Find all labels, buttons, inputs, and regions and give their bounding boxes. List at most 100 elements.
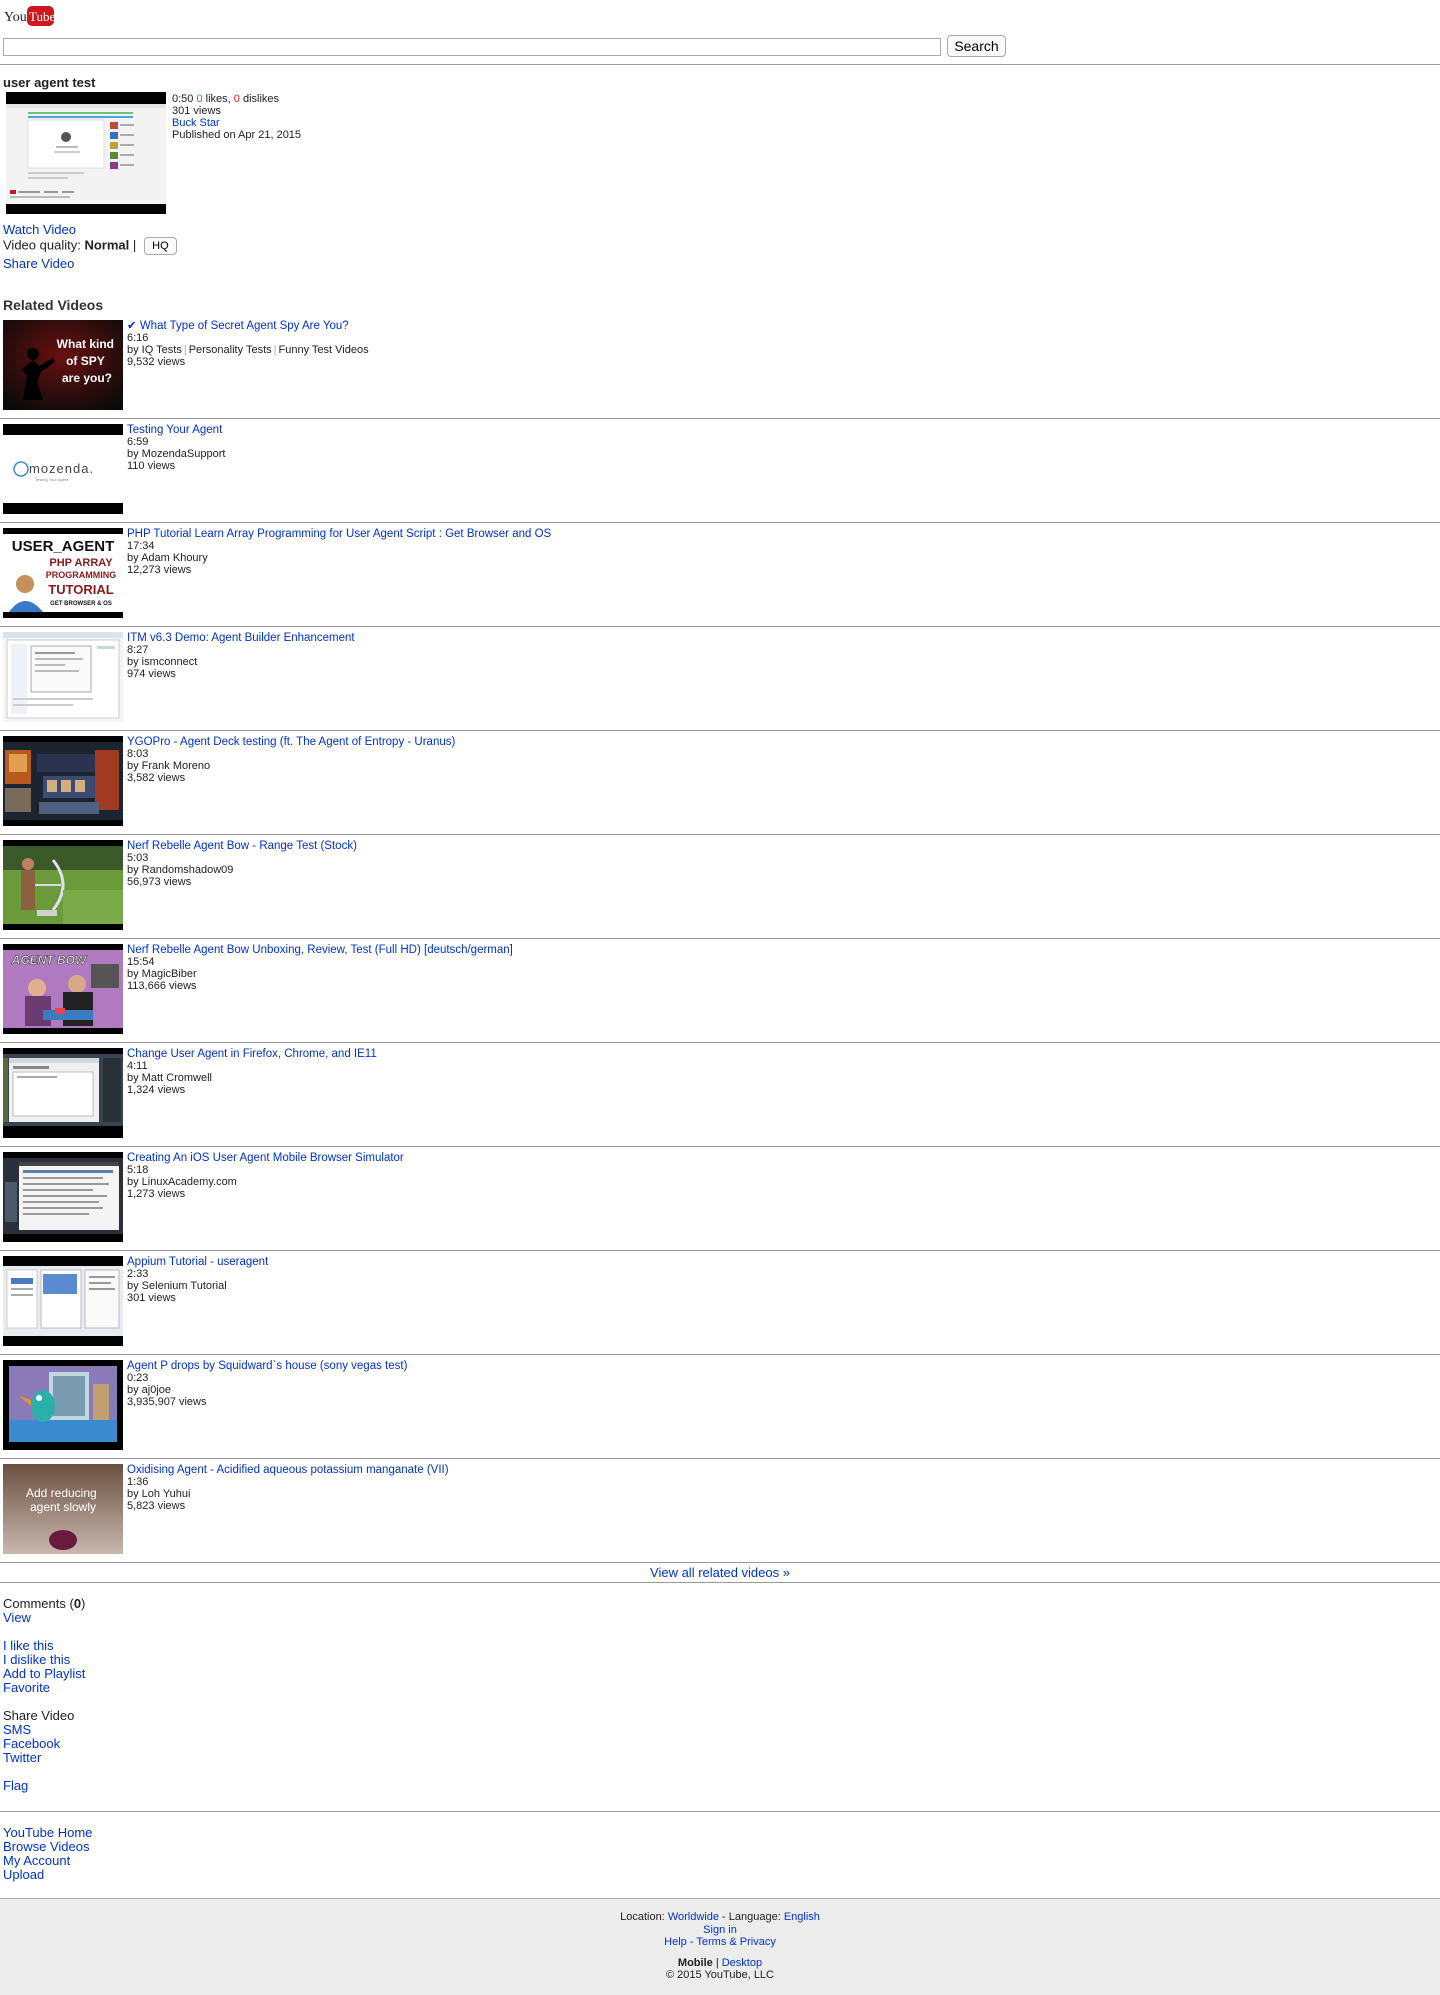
related-item[interactable]: YGOPro - Agent Deck testing (ft. The Age…	[0, 736, 1440, 840]
related-views: 974 views	[127, 668, 176, 680]
related-title-link[interactable]: Change User Agent in Firefox, Chrome, an…	[127, 1048, 377, 1060]
comments-actions-block: Comments (0) View I like this I dislike …	[3, 1597, 85, 1793]
related-thumbnail[interactable]	[3, 1256, 123, 1346]
thumb-sub-text: Testing Your Agent	[35, 477, 69, 482]
related-item[interactable]: Add reducing agent slowly Oxidising Agen…	[0, 1464, 1440, 1568]
add-to-playlist-link[interactable]: Add to Playlist	[3, 1666, 85, 1681]
related-title-link[interactable]: ✔ What Type of Secret Agent Spy Are You?	[127, 320, 349, 332]
terms-privacy-link[interactable]: Terms & Privacy	[696, 1936, 775, 1948]
hq-button[interactable]: HQ	[143, 237, 177, 255]
watch-video-link[interactable]: Watch Video	[3, 222, 76, 237]
logo-tube-text: Tube	[29, 9, 54, 24]
related-duration: 5:03	[127, 852, 149, 864]
related-item[interactable]: USER_AGENT PHP ARRAY PROGRAMMING TUTORIA…	[0, 528, 1440, 632]
related-views: 3,935,907 views	[127, 1396, 207, 1408]
related-thumbnail[interactable]	[3, 1360, 123, 1450]
related-title-link[interactable]: ITM v6.3 Demo: Agent Builder Enhancement	[127, 632, 355, 644]
like-link[interactable]: I like this	[3, 1638, 54, 1653]
related-divider	[0, 834, 1440, 835]
youtube-logo[interactable]: You Tube	[4, 5, 54, 27]
related-title-link[interactable]: Creating An iOS User Agent Mobile Browse…	[127, 1152, 404, 1164]
related-thumbnail[interactable]: mozenda. Testing Your Agent	[3, 424, 123, 514]
sign-in-link[interactable]: Sign in	[703, 1924, 737, 1936]
related-views: 5,823 views	[127, 1500, 186, 1512]
related-title-link[interactable]: YGOPro - Agent Deck testing (ft. The Age…	[127, 736, 455, 748]
mode-line: Mobile | Desktop	[0, 1957, 1440, 1970]
related-title-link[interactable]: Oxidising Agent - Acidified aqueous pota…	[127, 1464, 449, 1476]
related-title-link[interactable]: Nerf Rebelle Agent Bow - Range Test (Sto…	[127, 840, 357, 852]
thumb-text-line: of SPY	[66, 354, 105, 368]
related-title-link[interactable]: Nerf Rebelle Agent Bow Unboxing, Review,…	[127, 944, 513, 956]
related-title-link[interactable]: Agent P drops by Squidward`s house (sony…	[127, 1360, 407, 1372]
search-button[interactable]: Search	[947, 35, 1006, 57]
share-facebook-link[interactable]: Facebook	[3, 1736, 60, 1751]
dislikes-label: dislikes	[242, 93, 280, 105]
related-item[interactable]: Creating An iOS User Agent Mobile Browse…	[0, 1152, 1440, 1256]
related-divider	[0, 1458, 1440, 1459]
search-input[interactable]	[3, 38, 941, 56]
related-title-link[interactable]: Testing Your Agent	[127, 424, 222, 436]
related-item[interactable]: AGENT BOW Nerf Rebelle Agent Bow Unboxin…	[0, 944, 1440, 1048]
related-divider	[0, 626, 1440, 627]
related-thumbnail[interactable]	[3, 840, 123, 930]
share-twitter-link[interactable]: Twitter	[3, 1750, 41, 1765]
related-thumbnail[interactable]: AGENT BOW	[3, 944, 123, 1034]
share-video-link[interactable]: Share Video	[3, 256, 74, 271]
logo-you-text: You	[4, 10, 27, 25]
youtube-home-link[interactable]: YouTube Home	[3, 1825, 92, 1840]
upload-link[interactable]: Upload	[3, 1867, 44, 1882]
flag-link[interactable]: Flag	[3, 1778, 28, 1793]
related-duration: 6:59	[127, 436, 149, 448]
related-author: by MagicBiber	[127, 968, 197, 980]
main-video-thumbnail[interactable]	[6, 92, 166, 214]
related-item[interactable]: Appium Tutorial - useragent 2:33 by Sele…	[0, 1256, 1440, 1360]
related-info: Testing Your Agent 6:59 by MozendaSuppor…	[127, 424, 225, 472]
related-thumbnail[interactable]	[3, 632, 123, 722]
related-thumbnail[interactable]: USER_AGENT PHP ARRAY PROGRAMMING TUTORIA…	[3, 528, 123, 618]
related-item[interactable]: mozenda. Testing Your Agent Testing Your…	[0, 424, 1440, 528]
header-divider	[0, 64, 1440, 65]
view-all-related-link[interactable]: View all related videos »	[0, 1565, 1440, 1580]
related-item[interactable]: What kind of SPY are you? ✔ What Type of…	[0, 320, 1440, 424]
search-bar: Search	[3, 35, 1006, 57]
desktop-mode-link[interactable]: Desktop	[722, 1957, 762, 1969]
related-title-link[interactable]: PHP Tutorial Learn Array Programming for…	[127, 528, 551, 540]
language-link[interactable]: English	[784, 1911, 820, 1923]
related-author: by Frank Moreno	[127, 760, 211, 772]
related-item[interactable]: Agent P drops by Squidward`s house (sony…	[0, 1360, 1440, 1464]
thumb-text-line: What kind	[57, 337, 114, 351]
related-divider	[0, 1250, 1440, 1251]
location-label: Location:	[620, 1911, 665, 1923]
dislike-link[interactable]: I dislike this	[3, 1652, 70, 1667]
related-duration: 2:33	[127, 1268, 149, 1280]
related-channel-link[interactable]: Funny Test Videos	[279, 344, 369, 356]
related-title-link[interactable]: Appium Tutorial - useragent	[127, 1256, 268, 1268]
related-info: Nerf Rebelle Agent Bow Unboxing, Review,…	[127, 944, 513, 992]
related-thumbnail[interactable]: Add reducing agent slowly	[3, 1464, 123, 1554]
related-item[interactable]: Change User Agent in Firefox, Chrome, an…	[0, 1048, 1440, 1152]
related-divider	[0, 1562, 1440, 1563]
video-author-link[interactable]: Buck Star	[172, 117, 220, 129]
my-account-link[interactable]: My Account	[3, 1853, 70, 1868]
browse-videos-link[interactable]: Browse Videos	[3, 1839, 89, 1854]
related-item[interactable]: Nerf Rebelle Agent Bow - Range Test (Sto…	[0, 840, 1440, 944]
help-link[interactable]: Help	[664, 1936, 687, 1948]
likes-label: likes,	[205, 93, 231, 105]
share-sms-link[interactable]: SMS	[3, 1722, 31, 1737]
location-link[interactable]: Worldwide	[668, 1911, 719, 1923]
related-views: 110 views	[127, 460, 176, 472]
favorite-link[interactable]: Favorite	[3, 1680, 50, 1695]
section-divider	[0, 1582, 1440, 1583]
related-info: ITM v6.3 Demo: Agent Builder Enhancement…	[127, 632, 355, 680]
related-divider	[0, 418, 1440, 419]
related-thumbnail[interactable]	[3, 1048, 123, 1138]
related-views: 3,582 views	[127, 772, 186, 784]
related-channel-link[interactable]: Personality Tests	[189, 344, 272, 356]
view-comments-link[interactable]: View	[3, 1610, 31, 1625]
related-info: PHP Tutorial Learn Array Programming for…	[127, 528, 551, 576]
related-thumbnail[interactable]	[3, 1152, 123, 1242]
related-thumbnail[interactable]	[3, 736, 123, 826]
related-thumbnail[interactable]: What kind of SPY are you?	[3, 320, 123, 410]
related-item[interactable]: ITM v6.3 Demo: Agent Builder Enhancement…	[0, 632, 1440, 736]
thumb-text: Add reducing agent slowly	[26, 1486, 100, 1514]
